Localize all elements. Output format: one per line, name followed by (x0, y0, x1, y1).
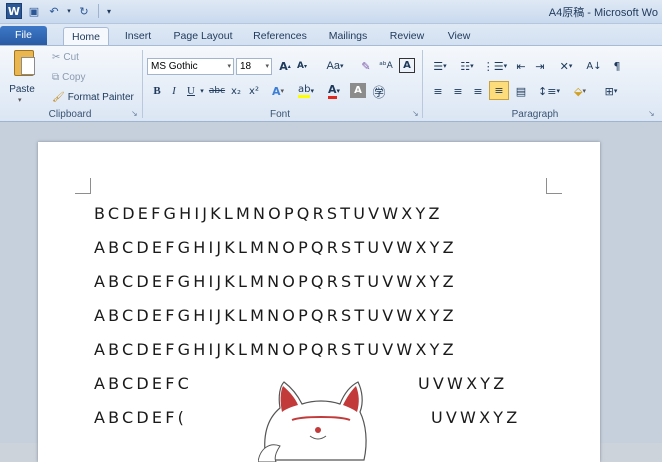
text-line: ABCDEFGHIJKLMNOPQRSTUVWXYZ (94, 272, 457, 291)
paragraph-launcher-icon[interactable]: ↘ (648, 109, 655, 118)
text-line: ABCDEFGHIJKLMNOPQRSTUVWXYZ (94, 306, 457, 325)
paste-label: Paste (9, 84, 35, 95)
window-title: A4原稿 - Microsoft Wo (548, 7, 658, 19)
decrease-indent-icon[interactable]: ⇤ (512, 57, 530, 75)
align-center-icon[interactable]: ≡ (449, 82, 467, 100)
customize-qat-icon[interactable]: ▾ (105, 3, 113, 19)
quick-access-toolbar: W ▣ ↶ ▾ ↻ ▾ (6, 3, 113, 19)
tab-file[interactable]: File (0, 26, 47, 45)
font-color-icon[interactable]: A ▾ (322, 82, 346, 100)
font-name-dropdown-icon[interactable]: ▾ (227, 59, 231, 74)
lucky-cat-image[interactable] (258, 380, 368, 462)
paste-dropdown-icon[interactable]: ▾ (18, 96, 22, 104)
change-case-dropdown-icon: ▾ (339, 62, 344, 70)
increase-indent-icon[interactable]: ⇥ (531, 57, 549, 75)
format-painter-button[interactable]: 🖌 Format Painter (52, 92, 134, 103)
paste-icon (14, 50, 35, 76)
clipboard-launcher-icon[interactable]: ↘ (131, 109, 138, 118)
undo-icon[interactable]: ↶ (46, 3, 62, 19)
text-line: ABCDEFC (94, 374, 193, 393)
underline-icon[interactable]: U (184, 82, 198, 100)
justify-icon[interactable]: ≡ (489, 81, 509, 100)
bold-icon[interactable]: B (150, 82, 164, 100)
enclosed-character-icon[interactable]: ㊫ (370, 82, 388, 101)
align-left-icon[interactable]: ≡ (429, 82, 447, 100)
tab-insert[interactable]: Insert (117, 27, 159, 46)
superscript-icon[interactable]: x² (246, 82, 262, 100)
italic-icon[interactable]: I (167, 82, 181, 100)
change-case-button[interactable]: Aa ▾ (322, 57, 348, 75)
format-painter-label: Format Painter (67, 92, 134, 103)
underline-dropdown-icon[interactable]: ▾ (198, 82, 206, 100)
asian-layout-icon[interactable]: ✕ ▾ (553, 57, 579, 75)
line-spacing-icon[interactable]: ↕≡ ▾ (537, 82, 561, 100)
paintbrush-icon: 🖌 (52, 92, 65, 103)
align-right-icon[interactable]: ≡ (469, 82, 487, 100)
clipboard-group-label: Clipboard (48, 109, 92, 120)
sort-icon[interactable]: A↓ (584, 57, 604, 75)
cut-label: Cut (63, 52, 79, 63)
text-line: UVWXYZ (431, 408, 521, 427)
text-line: BCDEFGHIJKLMNOPQRSTUVWXYZ (94, 204, 443, 223)
enclose-characters-icon[interactable]: A (399, 58, 415, 73)
font-name-field[interactable]: MS Gothic ▾ (147, 58, 234, 75)
ribbon-tabs: File Home Insert Page Layout References … (0, 24, 662, 46)
font-size-dropdown-icon[interactable]: ▾ (265, 59, 269, 74)
tab-mailings[interactable]: Mailings (322, 27, 374, 46)
phonetic-guide-icon[interactable]: ᵃᵇA (377, 57, 395, 75)
title-bar: W ▣ ↶ ▾ ↻ ▾ A4原稿 - Microsoft Wo (0, 0, 662, 24)
scissors-icon: ✂ (52, 52, 61, 63)
subscript-icon[interactable]: x₂ (228, 82, 244, 100)
tab-page-layout[interactable]: Page Layout (168, 27, 238, 46)
borders-icon[interactable]: ⊞ ▾ (598, 82, 624, 100)
paragraph-group-label: Paragraph (511, 109, 559, 120)
tab-review[interactable]: Review (384, 27, 430, 46)
grow-font-icon[interactable]: A ▴ (278, 57, 292, 75)
text-effects-icon[interactable]: A ▾ (266, 82, 290, 100)
group-separator (142, 50, 143, 118)
copy-label: Copy (62, 72, 86, 83)
tab-home[interactable]: Home (63, 27, 109, 46)
change-case-label: Aa (326, 60, 340, 72)
font-group-label: Font (269, 109, 290, 120)
text-line: UVWXYZ (418, 374, 508, 393)
document-page[interactable]: BCDEFGHIJKLMNOPQRSTUVWXYZ ABCDEFGHIJKLMN… (38, 142, 600, 462)
margin-corner-mark (75, 178, 91, 194)
multilevel-list-icon[interactable]: ⋮☰ ▾ (482, 57, 508, 75)
text-line: ABCDEFGHIJKLMNOPQRSTUVWXYZ (94, 340, 457, 359)
show-formatting-marks-icon[interactable]: ¶ (608, 57, 626, 75)
font-size-value: 18 (240, 61, 252, 72)
text-line: ABCDEF( (94, 408, 188, 427)
tab-references[interactable]: References (248, 27, 312, 46)
group-separator (422, 50, 423, 118)
word-app-icon[interactable]: W (6, 3, 22, 19)
font-name-value: MS Gothic (151, 61, 198, 72)
paste-button[interactable]: Paste ▾ (4, 50, 40, 104)
font-size-field[interactable]: 18 ▾ (236, 58, 272, 75)
redo-icon[interactable]: ↻ (76, 3, 92, 19)
qat-separator (98, 4, 99, 18)
cut-button[interactable]: ✂ Cut (52, 52, 79, 63)
bullets-icon[interactable]: ☰ ▾ (428, 57, 452, 75)
font-launcher-icon[interactable]: ↘ (412, 109, 419, 118)
copy-icon: ⧉ (52, 72, 60, 83)
document-area[interactable]: BCDEFGHIJKLMNOPQRSTUVWXYZ ABCDEFGHIJKLMN… (0, 122, 662, 462)
undo-dropdown-icon[interactable]: ▾ (66, 3, 72, 19)
tab-view[interactable]: View (440, 27, 478, 46)
strikethrough-icon[interactable]: abc (208, 82, 226, 100)
ribbon-home: Paste ▾ ✂ Cut ⧉ Copy 🖌 Format Painter Cl… (0, 45, 662, 122)
text-line: ABCDEFGHIJKLMNOPQRSTUVWXYZ (94, 238, 457, 257)
shading-icon[interactable]: ⬙ ▾ (566, 82, 594, 100)
margin-corner-mark (546, 178, 562, 194)
copy-button[interactable]: ⧉ Copy (52, 72, 86, 83)
text-highlight-icon[interactable]: ab ▾ (292, 82, 320, 100)
character-shading-icon[interactable]: A (350, 83, 366, 98)
save-icon[interactable]: ▣ (26, 3, 42, 19)
clear-formatting-icon[interactable]: ✎ (357, 57, 375, 75)
shrink-font-icon[interactable]: A ▾ (295, 57, 309, 75)
numbering-icon[interactable]: ☷ ▾ (455, 57, 479, 75)
distributed-icon[interactable]: ▤ (512, 82, 530, 100)
